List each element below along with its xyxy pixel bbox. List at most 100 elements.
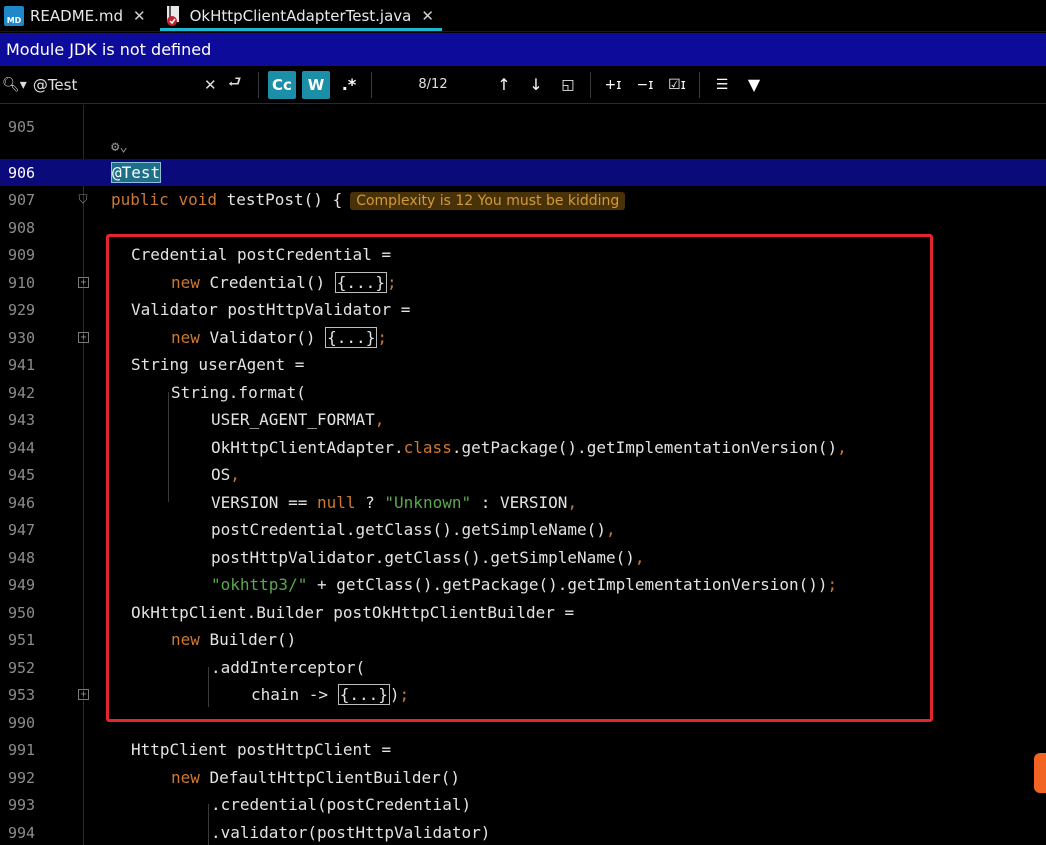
line-number: 952	[8, 658, 36, 677]
filter-search-results-icon[interactable]: ☰	[709, 72, 735, 98]
match-count: 8/12	[418, 77, 448, 92]
code-text: .validator(postHttpValidator)	[211, 823, 491, 842]
line-number: 930	[8, 328, 36, 347]
code-text: HttpClient postHttpClient =	[131, 740, 392, 759]
folded-code-placeholder[interactable]: {...}	[334, 272, 387, 293]
line-number: 941	[8, 355, 36, 374]
code-text: USER_AGENT_FORMAT,	[211, 410, 385, 429]
code-line: 907 ⛉ public void testPost() {Complexity…	[0, 186, 1046, 213]
regex-toggle[interactable]: .*	[336, 72, 362, 98]
code-text: VERSION == null ? "Unknown" : VERSION,	[211, 493, 578, 512]
code-text: OkHttpClient.Builder postOkHttpClientBui…	[131, 603, 575, 622]
code-line: 990	[0, 709, 1046, 736]
java-test-file-icon	[164, 5, 184, 27]
module-jdk-warning-banner: Module JDK is not defined	[0, 33, 1046, 66]
code-line: 953 + chain -> {...});	[0, 681, 1046, 708]
code-text: new Validator() {...};	[171, 327, 387, 348]
code-line: 994 .validator(postHttpValidator)	[0, 819, 1046, 845]
find-bar: 🔍︎▾ @Test ✕ ⮐ Cc W .* 8/12 ↑ ↓ ◱ +ɪ −ɪ ☑…	[0, 66, 1046, 104]
open-in-window-icon[interactable]: ◱	[555, 72, 581, 98]
code-line: 945 OS,	[0, 461, 1046, 488]
line-number: 992	[8, 768, 36, 787]
code-line: 948 postHttpValidator.getClass().getSimp…	[0, 544, 1046, 571]
code-line: 947 postCredential.getClass().getSimpleN…	[0, 516, 1046, 543]
line-number: 951	[8, 630, 36, 649]
code-text: postHttpValidator.getClass().getSimpleNa…	[211, 548, 645, 567]
code-line: 908	[0, 214, 1046, 241]
search-input[interactable]: @Test	[33, 76, 78, 94]
line-number: 906	[8, 163, 36, 182]
code-text: "okhttp3/" + getClass().getPackage().get…	[211, 575, 838, 594]
whole-words-toggle[interactable]: W	[302, 70, 330, 99]
code-text: @Test	[111, 162, 162, 183]
code-editor[interactable]: 905 ⚙⌄ 906 @Test 907 ⛉ public void testP…	[0, 105, 1046, 845]
clear-search-icon[interactable]: ✕	[204, 76, 217, 94]
code-line: 992 new DefaultHttpClientBuilder()	[0, 764, 1046, 791]
line-number: 907	[8, 190, 36, 209]
code-line: 930 + new Validator() {...};	[0, 324, 1046, 351]
code-text: OkHttpClientAdapter.class.getPackage().g…	[211, 438, 847, 457]
expand-fold-icon[interactable]: +	[78, 689, 89, 700]
line-number: 942	[8, 383, 36, 402]
code-text: Validator postHttpValidator =	[131, 300, 411, 319]
add-occurrence-icon[interactable]: +ɪ	[600, 72, 626, 98]
code-text: String userAgent =	[131, 355, 305, 374]
folded-code-placeholder[interactable]: {...}	[337, 684, 390, 705]
new-line-icon[interactable]: ⮐	[228, 72, 242, 97]
previous-occurrence-icon[interactable]: ↑	[491, 72, 517, 98]
code-line: 943 USER_AGENT_FORMAT,	[0, 406, 1046, 433]
code-line: 910 + new Credential() {...};	[0, 269, 1046, 296]
line-number: 909	[8, 245, 36, 264]
code-line: 949 "okhttp3/" + getClass().getPackage()…	[0, 571, 1046, 598]
line-number: 953	[8, 685, 36, 704]
code-line: 929 Validator postHttpValidator =	[0, 296, 1046, 323]
expand-fold-icon[interactable]: +	[78, 277, 89, 288]
line-number: 946	[8, 493, 36, 512]
filter-icon[interactable]: ▼	[741, 72, 767, 98]
code-line: 993 .credential(postCredential)	[0, 791, 1046, 818]
complexity-inlay-hint[interactable]: Complexity is 12 You must be kidding	[350, 191, 626, 210]
next-occurrence-icon[interactable]: ↓	[523, 72, 549, 98]
line-number: 929	[8, 300, 36, 319]
code-line: 951 new Builder()	[0, 626, 1046, 653]
code-line: 952 .addInterceptor(	[0, 654, 1046, 681]
code-line: 944 OkHttpClientAdapter.class.getPackage…	[0, 434, 1046, 461]
code-text: .addInterceptor(	[211, 658, 366, 677]
code-text: public void testPost() {Complexity is 12…	[111, 190, 626, 210]
close-icon[interactable]: ✕	[133, 7, 146, 25]
folded-code-placeholder[interactable]: {...}	[325, 327, 378, 348]
line-number: 945	[8, 465, 36, 484]
match-case-toggle[interactable]: Cc	[268, 70, 296, 99]
expand-fold-icon[interactable]: +	[78, 332, 89, 343]
code-text: Credential postCredential =	[131, 245, 392, 264]
code-text: chain -> {...});	[251, 684, 410, 705]
code-text: String.format(	[171, 383, 306, 402]
code-text: new Credential() {...};	[171, 272, 397, 293]
tab-label: OkHttpClientAdapterTest.java	[189, 6, 412, 25]
tab-okhttpclientadaptertest[interactable]: OkHttpClientAdapterTest.java ✕	[159, 0, 443, 31]
code-text: postCredential.getClass().getSimpleName(…	[211, 520, 616, 539]
line-number: 910	[8, 273, 36, 292]
generate-code-icon[interactable]: ⚙⌄	[111, 139, 128, 155]
code-text: .credential(postCredential)	[211, 795, 472, 814]
line-number: 949	[8, 575, 36, 594]
line-number: 950	[8, 603, 36, 622]
select-all-occurrences-icon[interactable]: ☑ɪ	[664, 72, 690, 98]
tab-readme[interactable]: MD README.md ✕	[0, 0, 154, 31]
close-icon[interactable]: ✕	[421, 7, 434, 25]
search-history-icon[interactable]: 🔍︎▾	[2, 77, 27, 93]
code-text: new Builder()	[171, 630, 297, 649]
indent-guide	[208, 667, 209, 707]
line-number: 944	[8, 438, 36, 457]
search-field[interactable]: 🔍︎▾ @Test ✕ ⮐	[0, 66, 252, 103]
line-number: 943	[8, 410, 36, 429]
line-number: 908	[8, 218, 36, 237]
code-line: 941 String userAgent =	[0, 351, 1046, 378]
side-plugin-badge-icon[interactable]	[1034, 753, 1046, 793]
remove-occurrence-icon[interactable]: −ɪ	[632, 72, 658, 98]
line-number: 994	[8, 823, 36, 842]
tab-label: README.md	[30, 6, 124, 25]
code-line: 946 VERSION == null ? "Unknown" : VERSIO…	[0, 489, 1046, 516]
fold-marker-icon[interactable]: ⛉	[76, 192, 90, 207]
search-match-highlight: @Test	[111, 162, 162, 183]
